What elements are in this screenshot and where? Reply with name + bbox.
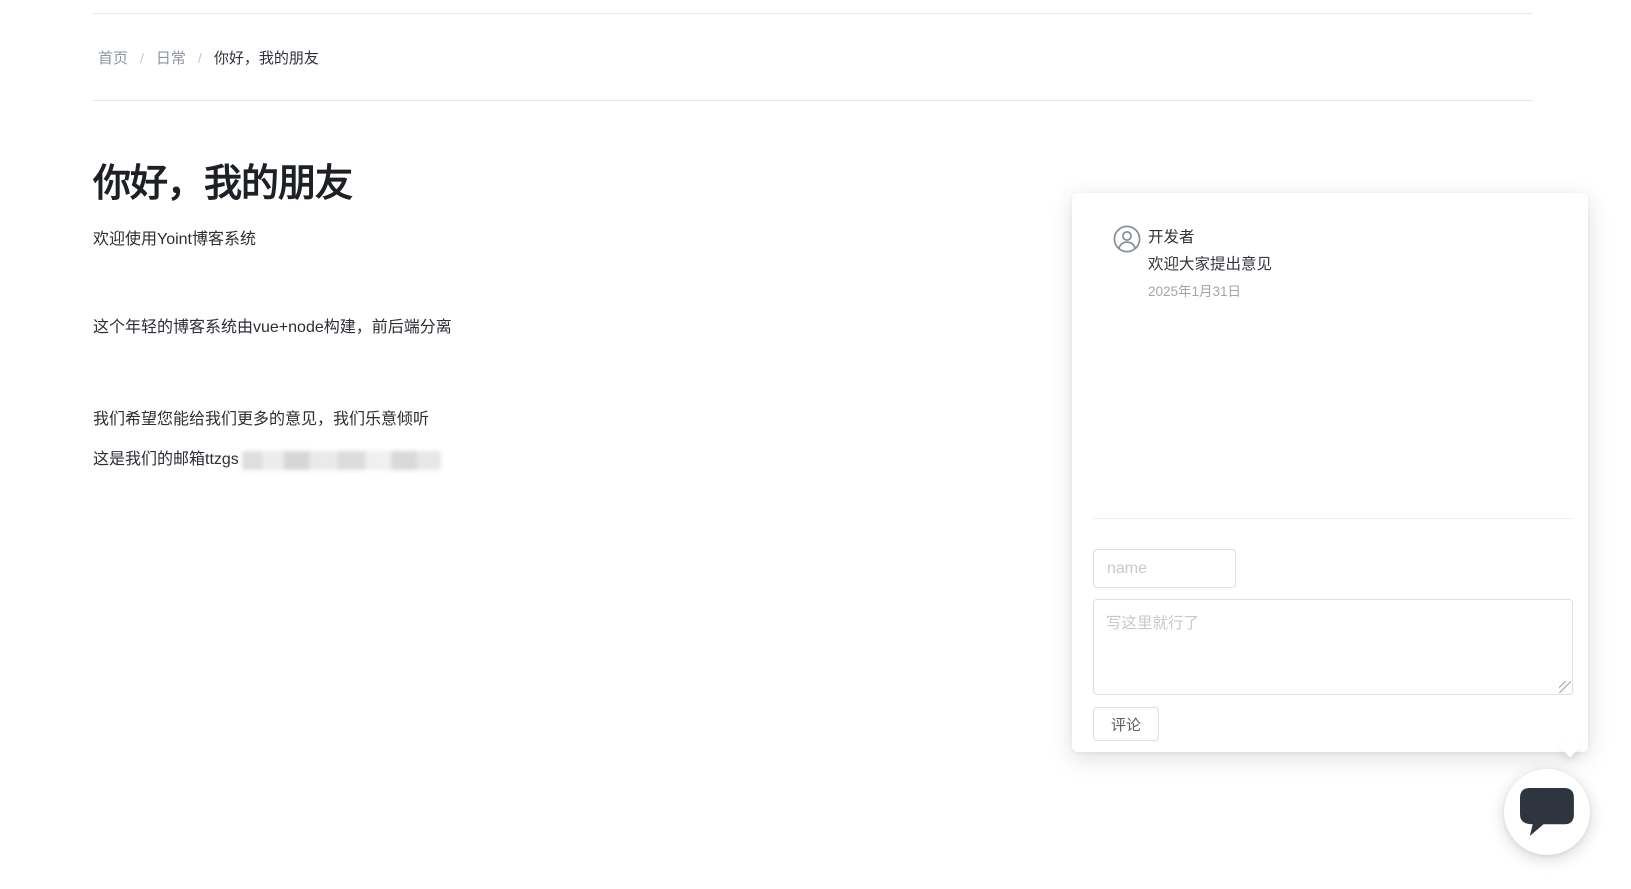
breadcrumb-separator: /	[198, 49, 202, 68]
comment-date: 2025年1月31日	[1148, 283, 1241, 300]
breadcrumb-separator: /	[140, 49, 144, 68]
name-input[interactable]	[1093, 549, 1236, 588]
article-email-line: 这是我们的邮箱ttzgs	[93, 448, 441, 472]
textarea-resize-handle[interactable]	[1559, 681, 1571, 693]
breadcrumb-item-home[interactable]: 首页	[98, 49, 128, 68]
article-paragraph: 欢迎使用Yoint博客系统	[93, 228, 256, 252]
email-redacted-blur	[242, 451, 441, 470]
comment-author: 开发者	[1148, 228, 1195, 248]
article-paragraph: 我们希望您能给我们更多的意见，我们乐意倾听	[93, 408, 429, 432]
comment-textarea-wrap	[1093, 599, 1573, 695]
submit-comment-button[interactable]: 评论	[1093, 707, 1159, 741]
breadcrumb-item-current: 你好，我的朋友	[214, 49, 319, 68]
breadcrumb-divider	[93, 100, 1533, 101]
comment-panel: 开发者 欢迎大家提出意见 2025年1月31日 评论	[1072, 193, 1588, 752]
comment-form-divider	[1093, 518, 1573, 519]
breadcrumb: 首页 / 日常 / 你好，我的朋友	[98, 49, 319, 68]
top-divider	[93, 13, 1533, 14]
email-line-text: 这是我们的邮箱ttzgs	[93, 448, 239, 472]
breadcrumb-item-category[interactable]: 日常	[156, 49, 186, 68]
user-avatar-icon	[1113, 225, 1141, 253]
panel-caret	[1559, 735, 1582, 758]
chat-launcher-button[interactable]	[1504, 769, 1590, 855]
page-title: 你好，我的朋友	[93, 159, 352, 209]
comment-content: 欢迎大家提出意见	[1148, 255, 1272, 275]
article-paragraph: 这个年轻的博客系统由vue+node构建，前后端分离	[93, 316, 452, 340]
chat-bubble-icon	[1520, 788, 1575, 843]
comment-textarea[interactable]	[1093, 599, 1573, 695]
blog-page: 首页 / 日常 / 你好，我的朋友 你好，我的朋友 欢迎使用Yoint博客系统 …	[0, 0, 1631, 889]
